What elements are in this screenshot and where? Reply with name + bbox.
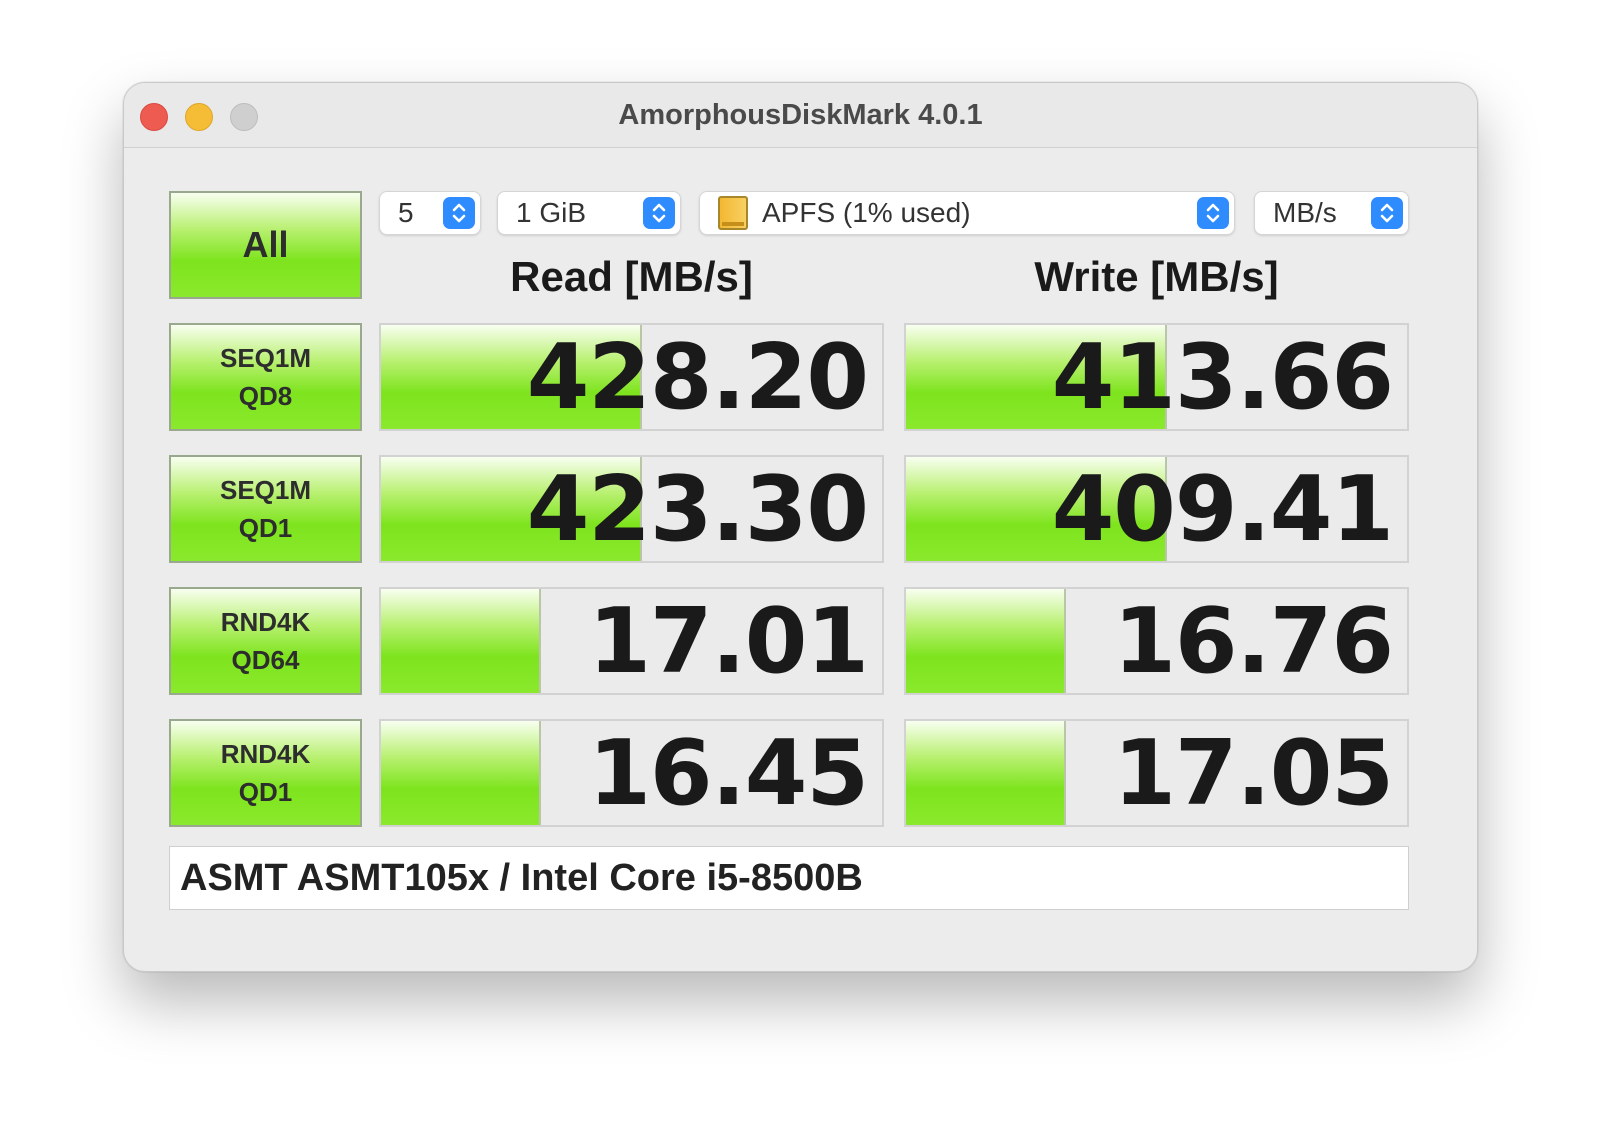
test-count-select[interactable]: 5 [379, 191, 481, 235]
test-name-line2: QD1 [238, 513, 293, 543]
title-bar: AmorphousDiskMark 4.0.1 [124, 83, 1477, 148]
test-name-line1: RND4K [220, 739, 311, 769]
test-button-seq1m-qd8[interactable]: SEQ1M QD8 [169, 323, 362, 431]
chevron-updown-icon [443, 197, 475, 229]
read-column-header: Read [MB/s] [510, 253, 753, 300]
write-result-cell: 413.66 [904, 323, 1409, 431]
test-name-line1: RND4K [220, 607, 311, 637]
run-all-label: All [242, 224, 289, 265]
write-result-cell: 409.41 [904, 455, 1409, 563]
drive-value: APFS (1% used) [762, 197, 971, 228]
write-result-cell: 17.05 [904, 719, 1409, 827]
read-result-cell: 423.30 [379, 455, 884, 563]
write-value: 16.76 [1113, 588, 1394, 694]
unit-value: MB/s [1273, 197, 1337, 228]
read-value: 428.20 [526, 324, 869, 430]
read-result-cell: 17.01 [379, 587, 884, 695]
window-title: AmorphousDiskMark 4.0.1 [618, 99, 983, 131]
test-name-line2: QD8 [238, 381, 293, 411]
write-value: 409.41 [1051, 456, 1394, 562]
app-window: AmorphousDiskMark 4.0.1 All 5 1 GiB APFS… [123, 82, 1478, 972]
read-result-cell: 428.20 [379, 323, 884, 431]
test-name-line1: SEQ1M [219, 343, 312, 373]
chevron-updown-icon [1197, 197, 1229, 229]
device-info-field[interactable]: ASMT ASMT105x / Intel Core i5-8500B [169, 846, 1409, 910]
test-button-rnd4k-qd64[interactable]: RND4K QD64 [169, 587, 362, 695]
read-progress-bar [381, 721, 542, 825]
write-result-cell: 16.76 [904, 587, 1409, 695]
unit-select[interactable]: MB/s [1254, 191, 1409, 235]
read-value: 17.01 [588, 588, 869, 694]
test-button-rnd4k-qd1[interactable]: RND4K QD1 [169, 719, 362, 827]
drive-select[interactable]: APFS (1% used) [699, 191, 1235, 235]
test-size-select[interactable]: 1 GiB [497, 191, 681, 235]
test-name-line2: QD1 [238, 777, 293, 807]
write-progress-bar [906, 721, 1067, 825]
write-value: 413.66 [1051, 324, 1394, 430]
chevron-updown-icon [1371, 197, 1403, 229]
write-progress-bar [906, 589, 1067, 693]
read-value: 423.30 [526, 456, 869, 562]
read-progress-bar [381, 589, 542, 693]
write-column-header: Write [MB/s] [1034, 253, 1279, 300]
chevron-updown-icon [643, 197, 675, 229]
read-result-cell: 16.45 [379, 719, 884, 827]
test-name-line2: QD64 [231, 645, 300, 675]
run-all-button[interactable]: All [169, 191, 362, 299]
test-size-value: 1 GiB [516, 197, 587, 228]
hard-drive-icon [718, 196, 748, 230]
test-button-seq1m-qd1[interactable]: SEQ1M QD1 [169, 455, 362, 563]
test-count-value: 5 [398, 197, 414, 228]
read-value: 16.45 [588, 720, 869, 826]
test-name-line1: SEQ1M [219, 475, 312, 505]
write-value: 17.05 [1113, 720, 1394, 826]
device-info-text: ASMT ASMT105x / Intel Core i5-8500B [180, 856, 863, 899]
